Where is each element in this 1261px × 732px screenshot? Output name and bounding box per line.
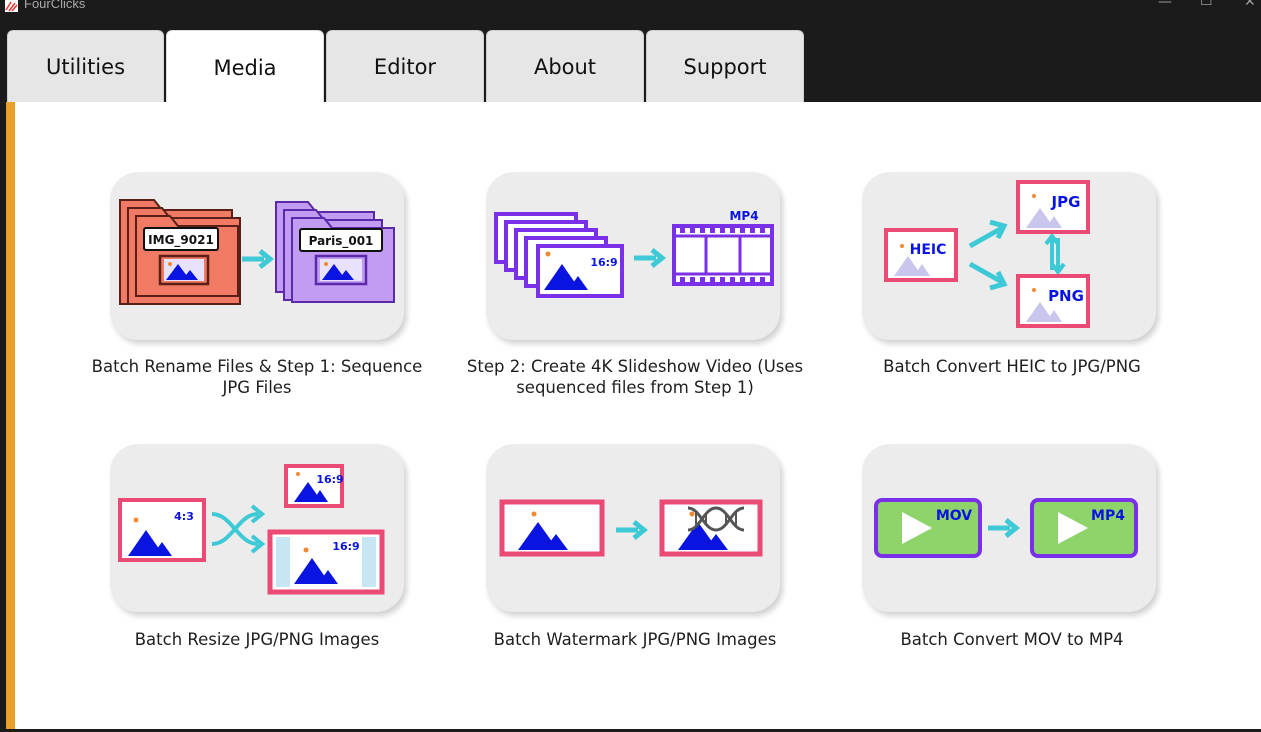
close-button[interactable]: ✕ [1244,0,1256,9]
tab-utilities[interactable]: Utilities [7,30,164,102]
mp4-text: MP4 [1091,508,1125,524]
resize-image-icon: 4:3 16:9 16:9 [118,464,385,595]
label-line: sequenced files from Step 1) [516,378,754,397]
label-line: Batch Watermark JPG/PNG Images [493,630,777,649]
tab-editor[interactable]: Editor [326,30,484,102]
watermark-image-icon [499,499,763,557]
after-filename: Paris_001 [309,234,374,249]
mov-text: MOV [936,508,972,524]
heic-convert-icon: HEIC JPG PNG [884,180,1090,328]
minimize-button[interactable]: — [1158,0,1172,9]
tab-label: Editor [373,54,437,79]
mov-to-mp4-card[interactable]: MOV MP4 [862,444,1156,612]
title-bar: FourClicks — ☐ ✕ [0,0,1261,14]
tab-support[interactable]: Support [646,30,804,102]
heic-convert-card[interactable]: HEIC JPG PNG [862,172,1156,340]
tab-label: Media [213,55,277,80]
tab-label: Utilities [45,54,126,79]
tab-label: About [533,54,597,79]
heic-text: HEIC [910,242,947,258]
jpg-text: JPG [1051,193,1081,211]
mov-to-mp4-icon: MOV MP4 [874,498,1138,558]
slideshow-video-label: Step 2: Create 4K Slideshow Video (Uses … [455,356,815,398]
accent-bar [6,102,15,730]
png-text: PNG [1048,287,1084,305]
watermark-image-label: Batch Watermark JPG/PNG Images [455,629,815,650]
label-line: Batch Rename Files & Step 1: Sequence [91,357,423,376]
tab-media[interactable]: Media [166,30,324,104]
heic-convert-label: Batch Convert HEIC to JPG/PNG [832,356,1192,377]
target-ratio-small-text: 16:9 [316,473,343,486]
slideshow-video-card[interactable]: 16:9 MP4 [486,172,780,340]
target-ratio-large-text: 16:9 [332,540,359,553]
maximize-button[interactable]: ☐ [1200,0,1213,8]
video-format-text: MP4 [729,209,758,223]
tab-bar: Utilities Media Editor About Support [0,28,1261,104]
slideshow-video-icon: 16:9 MP4 [494,209,774,298]
label-line: JPG Files [222,378,292,397]
label-line: Batch Convert HEIC to JPG/PNG [883,357,1141,376]
before-filename: IMG_9021 [148,233,214,248]
mov-to-mp4-label: Batch Convert MOV to MP4 [832,629,1192,650]
tab-about[interactable]: About [486,30,644,102]
source-ratio-text: 4:3 [174,510,194,523]
folder-rename-icon: IMG_9021 Paris_001 [119,199,395,305]
app-logo-icon [5,0,18,12]
resize-image-card[interactable]: 4:3 16:9 16:9 [110,444,404,612]
label-line: Step 2: Create 4K Slideshow Video (Uses [466,357,804,376]
label-line: Batch Convert MOV to MP4 [900,630,1124,649]
aspect-ratio-text: 16:9 [590,256,617,269]
resize-image-label: Batch Resize JPG/PNG Images [77,629,437,650]
window-title: FourClicks [24,0,86,11]
batch-rename-card[interactable]: IMG_9021 Paris_001 [110,172,404,340]
watermark-image-card[interactable] [486,444,780,612]
tab-label: Support [683,54,767,79]
label-line: Batch Resize JPG/PNG Images [134,630,380,649]
batch-rename-label: Batch Rename Files & Step 1: Sequence JP… [77,356,437,398]
